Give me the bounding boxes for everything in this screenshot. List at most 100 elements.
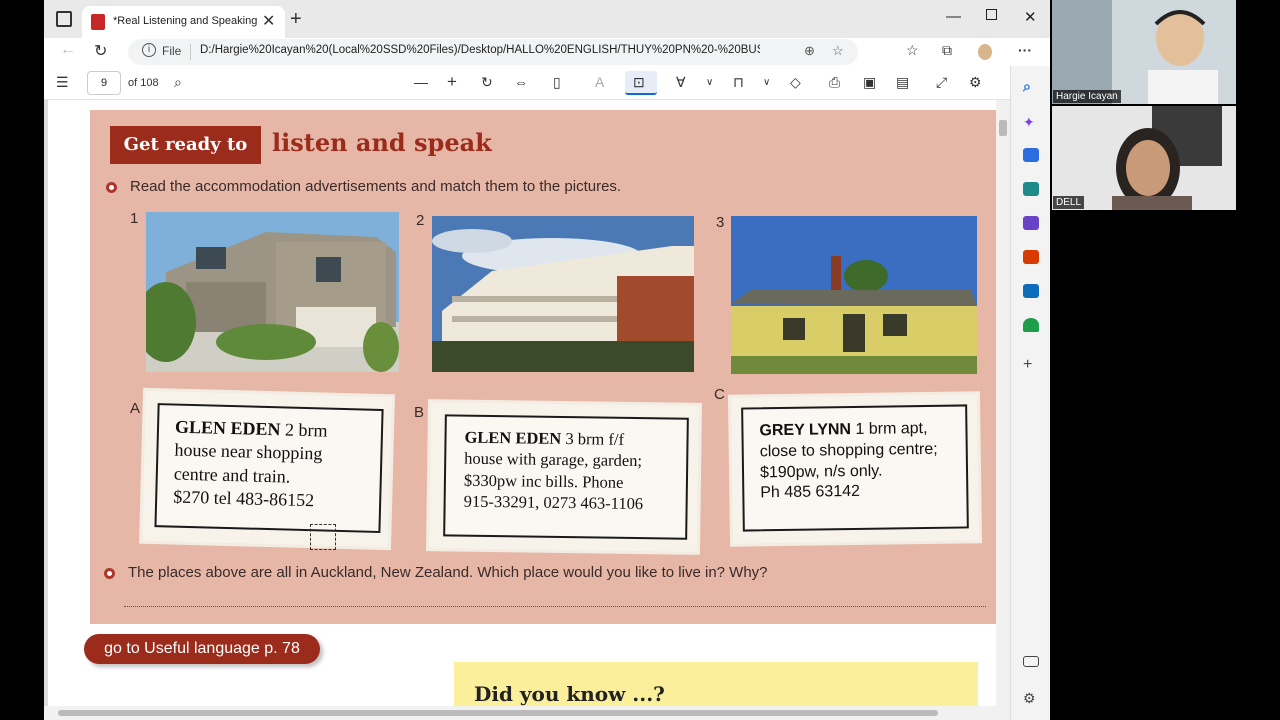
favorites-icon[interactable]: ☆: [906, 42, 919, 59]
ad-text-a: GLEN EDEN 2 brm house near shopping cent…: [173, 416, 328, 514]
video-tile-host[interactable]: Hargie Icayan: [1052, 0, 1236, 104]
participant-name: Hargie Icayan: [1053, 90, 1121, 103]
office-icon[interactable]: [1023, 250, 1039, 264]
horizontal-scroll-thumb[interactable]: [58, 710, 938, 716]
sidebar-settings-icon[interactable]: ⚙: [1023, 690, 1039, 706]
ad-line: centre and train.: [173, 463, 291, 487]
participant-name: DELL: [1053, 196, 1085, 209]
photo-number: 2: [416, 212, 425, 229]
zoom-in-icon[interactable]: +: [447, 72, 457, 92]
text-cursor-icon: [310, 524, 336, 550]
games-icon[interactable]: [1023, 216, 1039, 230]
ad-place: GLEN EDEN: [174, 416, 281, 440]
contents-icon[interactable]: ☰: [56, 74, 69, 91]
close-window-icon[interactable]: ✕: [1024, 8, 1037, 26]
ad-card-c: GREY LYNN 1 brm apt, close to shopping c…: [730, 394, 980, 544]
hide-sidebar-icon[interactable]: [1023, 656, 1039, 667]
bullet-icon: [104, 568, 115, 579]
ad-line: $190pw, n/s only.: [759, 462, 883, 481]
minimize-icon[interactable]: —: [946, 8, 961, 25]
pdf-viewport[interactable]: Get ready to listen and speak Read the a…: [44, 100, 1010, 720]
video-tile-participant[interactable]: DELL: [1052, 106, 1236, 210]
search-icon[interactable]: ⌕: [174, 74, 182, 91]
photo-number: 3: [716, 214, 725, 231]
horizontal-scrollbar[interactable]: [44, 706, 996, 720]
address-scheme-label: File: [162, 44, 182, 58]
zoom-out-icon[interactable]: —: [414, 74, 428, 90]
page-view-icon[interactable]: ▯: [553, 74, 561, 91]
ad-card-a: GLEN EDEN 2 brm house near shopping cent…: [142, 390, 392, 548]
ad-line: house near shopping: [174, 439, 323, 464]
pdf-page: Get ready to listen and speak Read the a…: [48, 100, 996, 720]
did-you-know-heading: Did you know ...?: [474, 682, 665, 706]
erase-icon[interactable]: ◇: [790, 74, 801, 91]
goto-useful-language-link[interactable]: go to Useful language p. 78: [84, 634, 320, 664]
search-sidebar-icon[interactable]: ⌕: [1023, 78, 1039, 94]
settings-gear-icon[interactable]: ⚙: [969, 74, 982, 91]
pdf-file-icon: [91, 14, 105, 30]
tools-icon[interactable]: [1023, 182, 1039, 196]
tree-icon[interactable]: [1023, 318, 1039, 332]
add-sidebar-app-icon[interactable]: +: [1023, 356, 1039, 373]
favorite-star-icon[interactable]: ☆: [832, 43, 844, 59]
rotate-icon[interactable]: ↻: [481, 74, 493, 91]
refresh-icon[interactable]: ↻: [94, 41, 107, 61]
ad-text-b: GLEN EDEN 3 brm f/f house with garage, g…: [463, 427, 644, 515]
address-field[interactable]: i File D:/Hargie%20Icayan%20(Local%20SSD…: [128, 39, 858, 65]
ad-letter: A: [130, 400, 141, 417]
fit-page-icon[interactable]: ⇔: [514, 74, 528, 90]
close-tab-icon[interactable]: ✕: [262, 11, 275, 31]
tab-actions-icon[interactable]: [56, 11, 72, 27]
save-icon[interactable]: ▣: [863, 74, 876, 91]
ad-line: house with garage, garden;: [464, 449, 643, 471]
pdf-toolbar: ☰ 9 of 108 ⌕ — + ↻ ⇔ ▯ A ⊡ ∀ ∨ ⊓ ∨ ◇ ⎙ ▣…: [44, 66, 1010, 100]
ad-place: GLEN EDEN: [464, 427, 562, 448]
edge-sidebar: ⌕ ✦ + ⚙: [1010, 66, 1050, 720]
ad-line: 1 brm apt,: [850, 419, 928, 439]
ad-line: 3 brm f/f: [561, 428, 625, 449]
back-icon[interactable]: ←: [60, 41, 76, 59]
tab-strip: *Real Listening and Speaking 2.p ✕ + — ✕: [44, 0, 1050, 38]
vertical-scrollbar[interactable]: [996, 100, 1010, 720]
browser-window: *Real Listening and Speaking 2.p ✕ + — ✕…: [44, 0, 1050, 720]
page-total-label: of 108: [128, 77, 159, 89]
info-icon[interactable]: i: [142, 43, 156, 57]
ad-letter: B: [414, 404, 425, 421]
save-as-icon[interactable]: ▤: [896, 74, 909, 91]
tab-pdf-document[interactable]: *Real Listening and Speaking 2.p ✕: [82, 6, 285, 38]
address-bar-row: ← ↻ i File D:/Hargie%20Icayan%20(Local%2…: [44, 38, 1050, 66]
highlight-options-chevron-icon[interactable]: ∨: [763, 77, 770, 88]
photo-number: 1: [130, 210, 139, 227]
url-text[interactable]: D:/Hargie%20Icayan%20(Local%20SSD%20File…: [200, 44, 760, 56]
maximize-icon[interactable]: [986, 9, 997, 20]
draw-icon[interactable]: ∀: [676, 74, 686, 91]
print-icon[interactable]: ⎙: [829, 74, 840, 91]
more-menu-icon[interactable]: ···: [1018, 42, 1032, 58]
vertical-scroll-thumb[interactable]: [999, 120, 1007, 136]
copilot-icon[interactable]: ✦: [1023, 114, 1039, 130]
highlight-icon[interactable]: ⊓: [733, 74, 744, 91]
zoom-icon[interactable]: ⊕: [804, 43, 815, 59]
fullscreen-icon[interactable]: ⤢: [936, 74, 947, 91]
tab-title: *Real Listening and Speaking 2.p: [113, 15, 257, 27]
outlook-icon[interactable]: [1023, 284, 1039, 298]
add-text-icon: ⊡: [633, 74, 645, 90]
new-tab-icon[interactable]: +: [290, 8, 302, 31]
ad-line: $270 tel 483-86152: [172, 486, 315, 511]
heading-box: Get ready to: [110, 126, 261, 164]
bullet-icon: [106, 182, 117, 193]
shopping-icon[interactable]: [1023, 148, 1039, 162]
answer-line: [124, 606, 986, 607]
read-aloud-icon[interactable]: A: [595, 74, 604, 90]
profile-avatar[interactable]: [978, 44, 992, 60]
ad-line: $330pw inc bills. Phone: [463, 470, 624, 492]
heading-title: listen and speak: [272, 128, 492, 157]
draw-options-chevron-icon[interactable]: ∨: [706, 77, 713, 88]
collections-icon[interactable]: ⧉: [942, 42, 952, 59]
lesson-section: Get ready to listen and speak Read the a…: [90, 110, 996, 624]
ad-line: Ph 485 63142: [760, 483, 861, 502]
photo-terraced-houses: [432, 216, 694, 372]
address-separator: [190, 44, 191, 60]
page-number-input[interactable]: 9: [87, 71, 121, 95]
instruction-2: The places above are all in Auckland, Ne…: [128, 564, 768, 581]
